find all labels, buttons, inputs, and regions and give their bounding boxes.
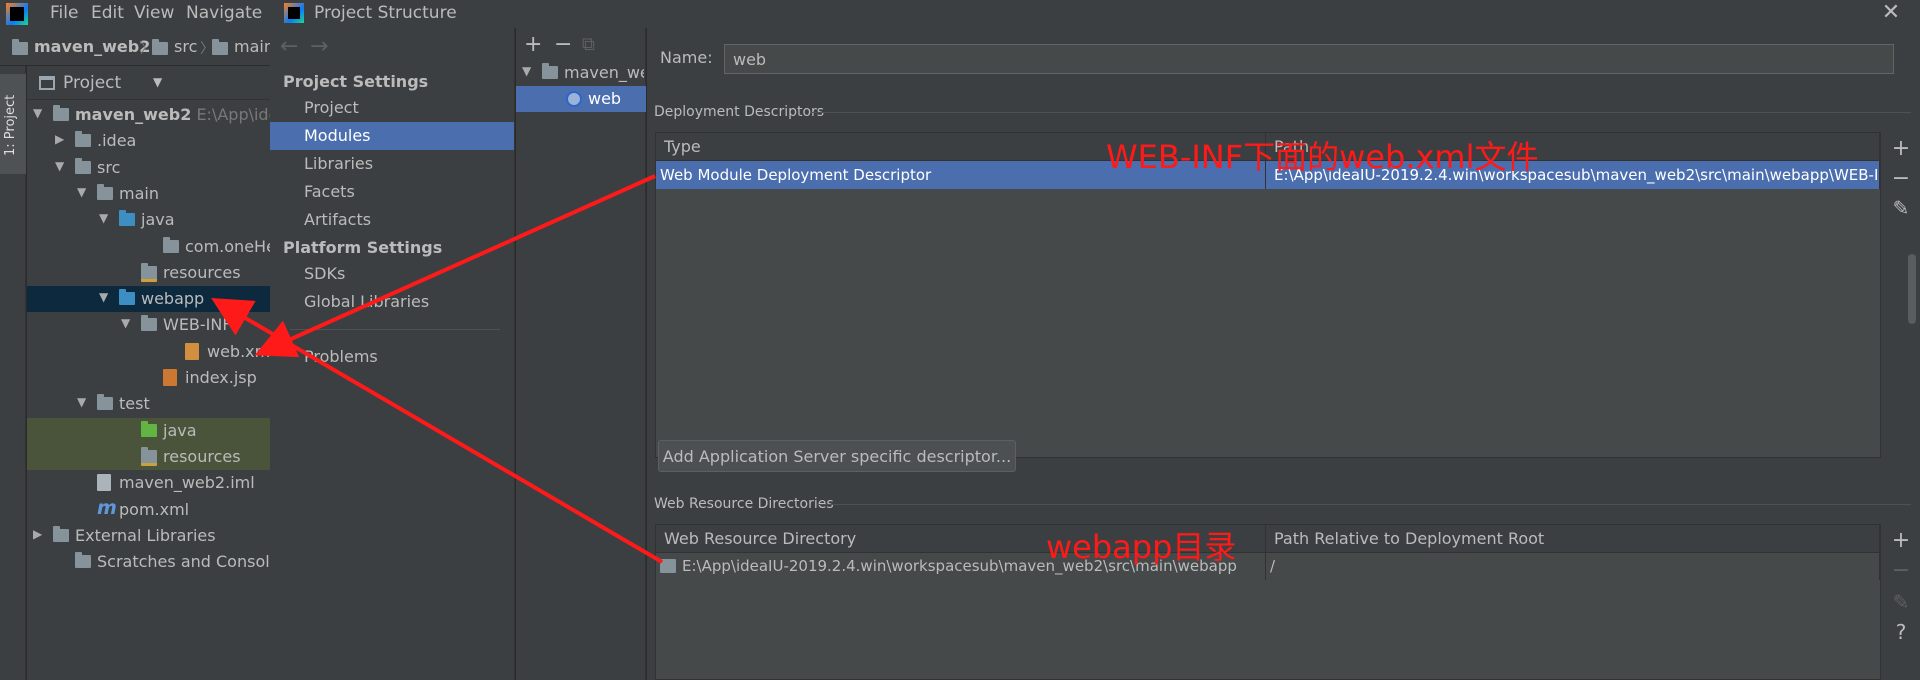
arrow-to-web-xml: [254, 174, 656, 358]
annotation-web-xml-note: WEB-INF下面的web.xml文件: [1106, 138, 1539, 176]
arrow-to-webapp: [211, 297, 664, 564]
annotation-arrows: [211, 174, 664, 564]
annotation-webapp-note: webapp目录: [1046, 528, 1237, 566]
